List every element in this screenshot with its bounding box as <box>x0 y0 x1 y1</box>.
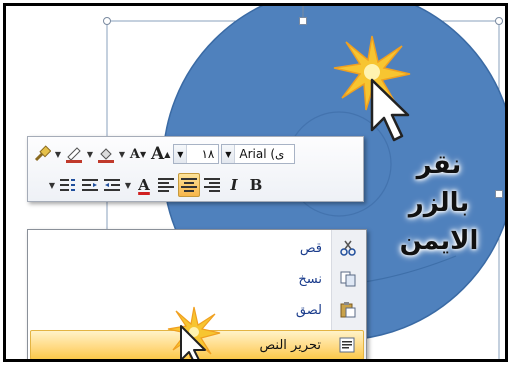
bold-button[interactable]: B <box>246 174 266 196</box>
chevron-down-icon[interactable]: ▼ <box>118 150 126 159</box>
annotation-line-1: نقر <box>416 150 462 180</box>
resize-handle-top[interactable] <box>299 17 307 25</box>
copy-icon <box>332 271 364 287</box>
font-size-combo[interactable]: ▼ ١٨ <box>173 144 220 164</box>
chevron-down-icon[interactable]: ▼ <box>48 181 56 190</box>
font-color-button[interactable]: A <box>134 174 154 196</box>
mouse-pointer-icon <box>180 325 206 359</box>
italic-icon: I <box>230 176 238 194</box>
increase-indent-icon[interactable] <box>102 174 122 196</box>
align-right-icon[interactable] <box>202 174 222 196</box>
shrink-font-icon: A <box>129 146 140 162</box>
menu-item-copy[interactable]: نسخ <box>30 265 364 293</box>
scissors-icon <box>332 240 364 256</box>
right-click-annotation: نقر بالزر الايمن <box>384 146 494 260</box>
resize-handle-top-right[interactable] <box>495 17 503 25</box>
decrease-indent-icon[interactable] <box>80 174 100 196</box>
chevron-down-icon[interactable]: ▼ <box>174 145 188 163</box>
font-name-combo[interactable]: ▼ Arial (ى <box>221 144 296 164</box>
line-color-icon[interactable] <box>64 143 84 165</box>
chevron-down-icon[interactable]: ▼ <box>124 181 132 190</box>
menu-item-label: تحرير النص <box>259 337 321 353</box>
resize-handle-top-left[interactable] <box>103 17 111 25</box>
bold-icon: B <box>249 176 263 194</box>
chevron-down-icon[interactable]: ▼ <box>222 145 236 163</box>
paste-icon <box>332 302 364 318</box>
grow-font-button[interactable]: A ▲ <box>150 143 171 165</box>
slide-frame: نقر بالزر الايمن ▼ ▼ ▼ A ▼ A ▲ ▼ ١٨ ▼ Ar… <box>3 3 508 362</box>
center-icon[interactable] <box>178 173 200 197</box>
font-name-value: Arial (ى <box>239 147 285 161</box>
annotation-line-2: بالزر <box>408 188 470 218</box>
font-size-value: ١٨ <box>201 147 215 161</box>
bullets-icon[interactable] <box>58 174 78 196</box>
fill-color-icon[interactable] <box>96 143 116 165</box>
format-painter-icon[interactable] <box>32 143 52 165</box>
menu-item-label: قص <box>299 240 322 256</box>
annotation-line-3: الايمن <box>399 226 479 256</box>
chevron-down-icon[interactable]: ▼ <box>54 150 62 159</box>
mouse-pointer-icon <box>370 78 410 142</box>
menu-item-label: نسخ <box>298 271 322 287</box>
align-left-icon[interactable] <box>156 174 176 196</box>
italic-button[interactable]: I <box>224 174 244 196</box>
menu-item-cut[interactable]: قص <box>30 234 364 262</box>
mini-toolbar: ▼ ▼ ▼ A ▼ A ▲ ▼ ١٨ ▼ Arial (ى ▼ ▼ A I B <box>27 136 364 202</box>
grow-font-icon: A <box>151 144 165 164</box>
edit-text-icon <box>331 337 363 353</box>
shrink-font-button[interactable]: A ▼ <box>128 143 148 165</box>
menu-item-label: لصق <box>295 302 322 318</box>
font-color-icon: A <box>138 176 150 194</box>
resize-handle-right[interactable] <box>495 190 503 198</box>
chevron-down-icon[interactable]: ▼ <box>86 150 94 159</box>
